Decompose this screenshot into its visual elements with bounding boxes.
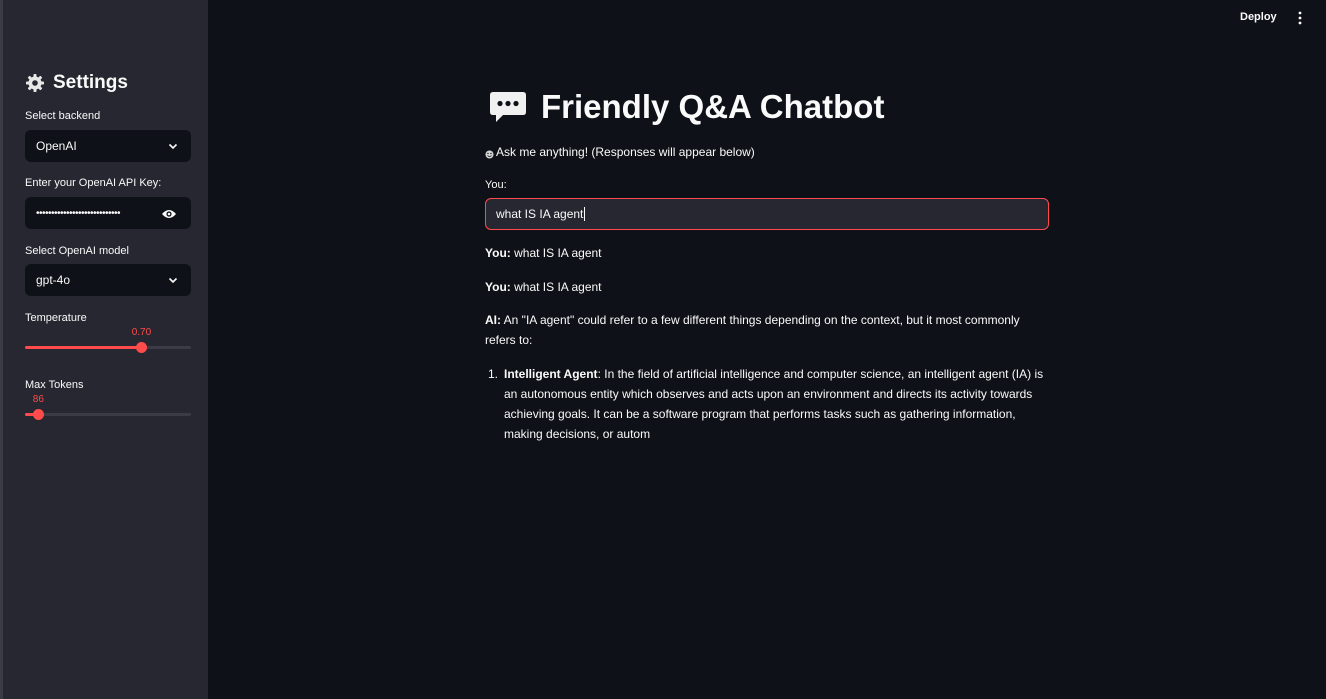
- message-speaker: You:: [485, 280, 511, 294]
- chat-message: AI: An "IA agent" could refer to a few d…: [485, 310, 1045, 350]
- chat-message: You: what IS IA agent: [485, 243, 1045, 263]
- gear-icon: [25, 73, 45, 93]
- backend-select[interactable]: OpenAI: [25, 130, 191, 162]
- sidebar-title-text: Settings: [53, 72, 128, 93]
- message-text: what IS IA agent: [510, 246, 602, 260]
- backend-select-value: OpenAI: [36, 139, 77, 153]
- page-title: Friendly Q&A Chatbot: [489, 88, 884, 126]
- chevron-down-icon: [167, 140, 179, 152]
- temperature-value: 0.70: [131, 327, 152, 338]
- message-speaker: You:: [485, 246, 511, 260]
- message-speaker: AI:: [485, 313, 501, 327]
- message-text: what IS IA agent: [510, 280, 602, 294]
- chat-input[interactable]: what IS IA agent: [485, 198, 1049, 230]
- sidebar: Settings Select backend OpenAI Enter you…: [0, 0, 208, 699]
- smile-emoji-icon: [485, 148, 494, 158]
- text-caret: [584, 207, 586, 221]
- ordered-list-item: 1. Intelligent Agent: In the field of ar…: [485, 364, 1045, 444]
- input-label: You:: [485, 179, 507, 191]
- max-tokens-slider[interactable]: 86: [25, 394, 191, 424]
- slider-thumb[interactable]: [33, 409, 45, 420]
- subtitle: Ask me anything! (Responses will appear …: [485, 145, 755, 159]
- eye-icon[interactable]: [161, 207, 177, 219]
- max-tokens-value: 86: [32, 394, 44, 405]
- model-select-value: gpt-4o: [36, 273, 71, 287]
- chat-message: You: what IS IA agent: [485, 277, 1045, 297]
- chat-input-value: what IS IA agent: [496, 207, 584, 221]
- api-key-masked-value: ••••••••••••••••••••••••••••: [36, 207, 121, 219]
- deploy-button[interactable]: Deploy: [1240, 11, 1277, 23]
- api-key-input[interactable]: ••••••••••••••••••••••••••••: [25, 197, 191, 229]
- temperature-label: Temperature: [25, 312, 87, 324]
- model-label: Select OpenAI model: [25, 245, 129, 257]
- list-item-number: 1.: [488, 367, 499, 381]
- slider-thumb[interactable]: [136, 342, 148, 353]
- page-title-text: Friendly Q&A Chatbot: [541, 88, 885, 125]
- chevron-down-icon: [167, 274, 179, 286]
- list-item-term: Intelligent Agent: [504, 367, 598, 381]
- backend-label: Select backend: [25, 110, 101, 122]
- sidebar-title: Settings: [25, 72, 128, 94]
- kebab-menu-icon[interactable]: [1294, 11, 1306, 25]
- speech-bubble-icon: [489, 90, 527, 124]
- temperature-slider[interactable]: 0.70: [25, 327, 191, 357]
- slider-fill: [25, 346, 142, 349]
- subtitle-text: Ask me anything! (Responses will appear …: [496, 145, 755, 159]
- message-text: An "IA agent" could refer to a few diffe…: [485, 313, 1020, 347]
- slider-track: [25, 413, 191, 416]
- max-tokens-label: Max Tokens: [25, 379, 84, 391]
- api-key-label: Enter your OpenAI API Key:: [25, 177, 162, 189]
- model-select[interactable]: gpt-4o: [25, 264, 191, 296]
- app-root: Settings Select backend OpenAI Enter you…: [0, 0, 1326, 699]
